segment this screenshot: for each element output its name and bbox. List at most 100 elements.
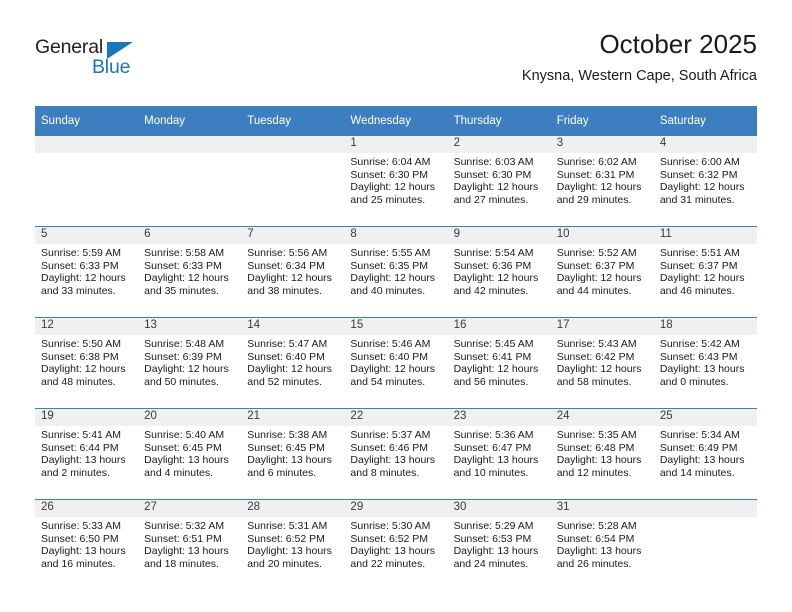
sunset-time: Sunset: 6:34 PM: [247, 259, 325, 272]
sunrise-time: Sunrise: 5:36 AM: [453, 429, 534, 441]
daylight-duration-line1: Daylight: 12 hours: [556, 272, 642, 285]
day-details: Sunrise: 5:32 AM Sunset: 6:51 PM Daylight:…: [138, 517, 241, 570]
daylight-duration-line1: Daylight: 13 hours: [247, 545, 332, 558]
sunset-time: Sunset: 6:41 PM: [453, 350, 532, 363]
day-details: Sunrise: 5:47 AM Sunset: 6:40 PM Daylight:…: [241, 335, 344, 388]
day-number: 17: [550, 318, 654, 335]
sunset-time: Sunset: 6:33 PM: [144, 259, 222, 272]
day-number-band: [35, 136, 139, 153]
sunrise-time: Sunrise: 5:54 AM: [453, 247, 534, 259]
logo-text-blue: Blue: [92, 56, 131, 78]
daylight-duration-line2: and 24 minutes.: [453, 557, 529, 570]
daylight-duration-line2: and 40 minutes.: [350, 284, 426, 297]
weekday-header-wednesday: Wednesday: [344, 106, 448, 136]
daylight-duration-line2: and 25 minutes.: [350, 193, 426, 206]
daylight-duration-line2: and 42 minutes.: [453, 284, 529, 297]
daylight-duration-line1: Daylight: 12 hours: [556, 363, 642, 376]
sunrise-time: Sunrise: 5:47 AM: [247, 338, 328, 350]
sunset-time: Sunset: 6:53 PM: [453, 532, 532, 545]
day-details: Sunrise: 5:37 AM Sunset: 6:46 PM Daylight:…: [344, 426, 447, 479]
daylight-duration-line1: Daylight: 12 hours: [41, 363, 126, 376]
day-details: Sunrise: 5:29 AM Sunset: 6:53 PM Daylight:…: [448, 517, 551, 570]
daylight-duration-line2: and 58 minutes.: [556, 375, 632, 388]
day-details: Sunrise: 5:45 AM Sunset: 6:41 PM Daylight:…: [448, 335, 551, 388]
daylight-duration-line1: Daylight: 12 hours: [247, 363, 332, 376]
sunrise-time: Sunrise: 5:43 AM: [556, 338, 637, 350]
weekday-header-thursday: Thursday: [447, 106, 551, 136]
day-number: 24: [550, 409, 654, 426]
daylight-duration-line2: and 26 minutes.: [556, 557, 632, 570]
daylight-duration-line1: Daylight: 13 hours: [350, 545, 436, 558]
daylight-duration-line2: and 44 minutes.: [556, 284, 632, 297]
day-details: Sunrise: 6:00 AM Sunset: 6:32 PM Daylight:…: [654, 153, 757, 206]
sunset-time: Sunset: 6:40 PM: [247, 350, 325, 363]
day-details: Sunrise: 5:48 AM Sunset: 6:39 PM Daylight:…: [138, 335, 241, 388]
daylight-duration-line1: Daylight: 13 hours: [453, 454, 539, 467]
sunset-time: Sunset: 6:50 PM: [41, 532, 119, 545]
calendar-week-row: 19 Sunrise: 5:41 AM Sunset: 6:44 PM Dayligh…: [35, 408, 757, 500]
daylight-duration-line1: Daylight: 12 hours: [144, 363, 229, 376]
page-subtitle: Knysna, Western Cape, South Africa: [521, 67, 757, 84]
calendar-day-cell: 14 Sunrise: 5:47 AM Sunset: 6:40 PM Dayligh…: [241, 317, 345, 409]
sunset-time: Sunset: 6:31 PM: [556, 168, 635, 181]
day-details: Sunrise: 5:43 AM Sunset: 6:42 PM Daylight:…: [551, 335, 654, 388]
day-details: Sunrise: 6:02 AM Sunset: 6:31 PM Daylight:…: [551, 153, 654, 206]
day-details: Sunrise: 5:38 AM Sunset: 6:45 PM Daylight:…: [241, 426, 344, 479]
sunrise-time: Sunrise: 5:33 AM: [41, 520, 121, 532]
sunset-time: Sunset: 6:49 PM: [659, 441, 738, 454]
sunrise-time: Sunrise: 5:35 AM: [556, 429, 637, 441]
sunset-time: Sunset: 6:35 PM: [350, 259, 429, 272]
day-number: 8: [344, 227, 448, 244]
day-number: 19: [35, 409, 139, 426]
sunrise-time: Sunrise: 5:37 AM: [350, 429, 431, 441]
day-number: 23: [447, 409, 551, 426]
sunrise-time: Sunrise: 5:59 AM: [41, 247, 121, 259]
sunrise-time: Sunrise: 6:02 AM: [556, 156, 637, 168]
daylight-duration-line1: Daylight: 12 hours: [659, 181, 745, 194]
daylight-duration-line1: Daylight: 12 hours: [453, 363, 539, 376]
sunrise-time: Sunrise: 6:04 AM: [350, 156, 431, 168]
daylight-duration-line1: Daylight: 13 hours: [144, 454, 229, 467]
page-header: General Blue October 2025 Knysna, Wester…: [0, 0, 792, 104]
calendar-day-cell: 7 Sunrise: 5:56 AM Sunset: 6:34 PM Daylight…: [241, 226, 345, 318]
calendar-day-cell: 31 Sunrise: 5:28 AM Sunset: 6:54 PM Dayligh…: [550, 499, 654, 590]
day-number: 28: [241, 500, 345, 517]
day-number-band: [653, 500, 757, 517]
sunset-time: Sunset: 6:36 PM: [453, 259, 532, 272]
sunset-time: Sunset: 6:40 PM: [350, 350, 429, 363]
day-details: Sunrise: 5:42 AM Sunset: 6:43 PM Daylight:…: [654, 335, 757, 388]
daylight-duration-line2: and 56 minutes.: [453, 375, 529, 388]
calendar-day-cell-empty: [138, 135, 242, 227]
daylight-duration-line1: Daylight: 12 hours: [453, 272, 539, 285]
calendar-day-cell: 13 Sunrise: 5:48 AM Sunset: 6:39 PM Dayligh…: [138, 317, 242, 409]
day-details: Sunrise: 5:35 AM Sunset: 6:48 PM Daylight:…: [551, 426, 654, 479]
day-number: 27: [138, 500, 242, 517]
daylight-duration-line1: Daylight: 13 hours: [659, 363, 745, 376]
sunrise-time: Sunrise: 5:29 AM: [453, 520, 534, 532]
daylight-duration-line1: Daylight: 13 hours: [659, 454, 745, 467]
sunset-time: Sunset: 6:51 PM: [144, 532, 222, 545]
page-title: October 2025: [599, 29, 757, 59]
day-number: 25: [653, 409, 757, 426]
day-details: Sunrise: 5:36 AM Sunset: 6:47 PM Daylight:…: [448, 426, 551, 479]
daylight-duration-line1: Daylight: 13 hours: [41, 545, 126, 558]
day-number: 4: [653, 136, 757, 153]
sunset-time: Sunset: 6:52 PM: [350, 532, 429, 545]
calendar-day-cell: 15 Sunrise: 5:46 AM Sunset: 6:40 PM Dayligh…: [344, 317, 448, 409]
daylight-duration-line2: and 10 minutes.: [453, 466, 529, 479]
daylight-duration-line1: Daylight: 12 hours: [350, 363, 436, 376]
sunset-time: Sunset: 6:33 PM: [41, 259, 119, 272]
sunset-time: Sunset: 6:39 PM: [144, 350, 222, 363]
daylight-duration-line2: and 0 minutes.: [659, 375, 729, 388]
daylight-duration-line2: and 31 minutes.: [659, 193, 735, 206]
daylight-duration-line2: and 27 minutes.: [453, 193, 529, 206]
calendar-day-cell: 5 Sunrise: 5:59 AM Sunset: 6:33 PM Daylight…: [35, 226, 139, 318]
sunset-time: Sunset: 6:30 PM: [453, 168, 532, 181]
daylight-duration-line1: Daylight: 13 hours: [144, 545, 229, 558]
day-number: 14: [241, 318, 345, 335]
day-details: Sunrise: 5:52 AM Sunset: 6:37 PM Daylight:…: [551, 244, 654, 297]
weekday-header-tuesday: Tuesday: [241, 106, 345, 136]
calendar-day-cell: 3 Sunrise: 6:02 AM Sunset: 6:31 PM Daylight…: [550, 135, 654, 227]
sunset-time: Sunset: 6:43 PM: [659, 350, 738, 363]
sunrise-time: Sunrise: 5:56 AM: [247, 247, 328, 259]
